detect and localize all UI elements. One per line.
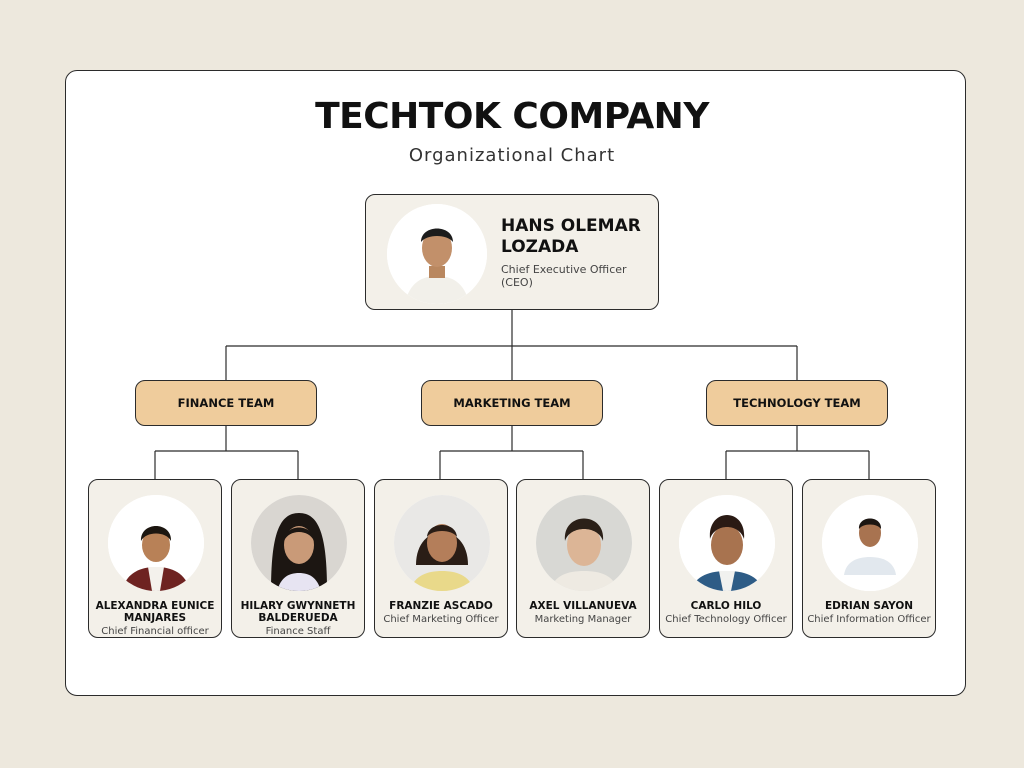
member-photo [679,495,775,591]
member-name: EDRIAN SAYON [824,600,914,612]
team-node-marketing: MARKETING TEAM [421,380,603,426]
team-node-technology: TECHNOLOGY TEAM [706,380,888,426]
member-photo [251,495,347,591]
member-role: Chief Information Officer [807,614,931,625]
member-node-finance-staff: HILARY GWYNNETH BALDERUEDA Finance Staff [231,479,365,638]
member-name: HILARY GWYNNETH BALDERUEDA [240,600,356,624]
member-role: Marketing Manager [534,614,632,625]
member-role: Chief Financial officer [101,626,209,637]
member-role: Chief Marketing Officer [383,614,499,625]
member-node-cto: CARLO HILO Chief Technology Officer [659,479,793,638]
ceo-photo [387,204,487,304]
ceo-role: Chief Executive Officer (CEO) [501,263,627,289]
member-role: Chief Technology Officer [665,614,787,625]
member-photo [108,495,204,591]
member-node-cfo: ALEXANDRA EUNICE MANJARES Chief Financia… [88,479,222,638]
team-node-finance: FINANCE TEAM [135,380,317,426]
member-photo [536,495,632,591]
member-node-cmo: FRANZIE ASCADO Chief Marketing Officer [374,479,508,638]
ceo-name: HANS OLEMAR LOZADA [501,216,641,257]
member-name: CARLO HILO [690,600,762,612]
member-name: FRANZIE ASCADO [389,600,493,612]
ceo-node: HANS OLEMAR LOZADA Chief Executive Offic… [365,194,659,310]
member-photo [394,495,490,591]
member-role: Finance Staff [265,626,331,637]
member-photo [822,495,918,591]
member-name: ALEXANDRA EUNICE MANJARES [95,600,215,624]
member-node-cio: EDRIAN SAYON Chief Information Officer [802,479,936,638]
member-node-marketing-manager: AXEL VILLANUEVA Marketing Manager [516,479,650,638]
member-name: AXEL VILLANUEVA [529,600,637,612]
